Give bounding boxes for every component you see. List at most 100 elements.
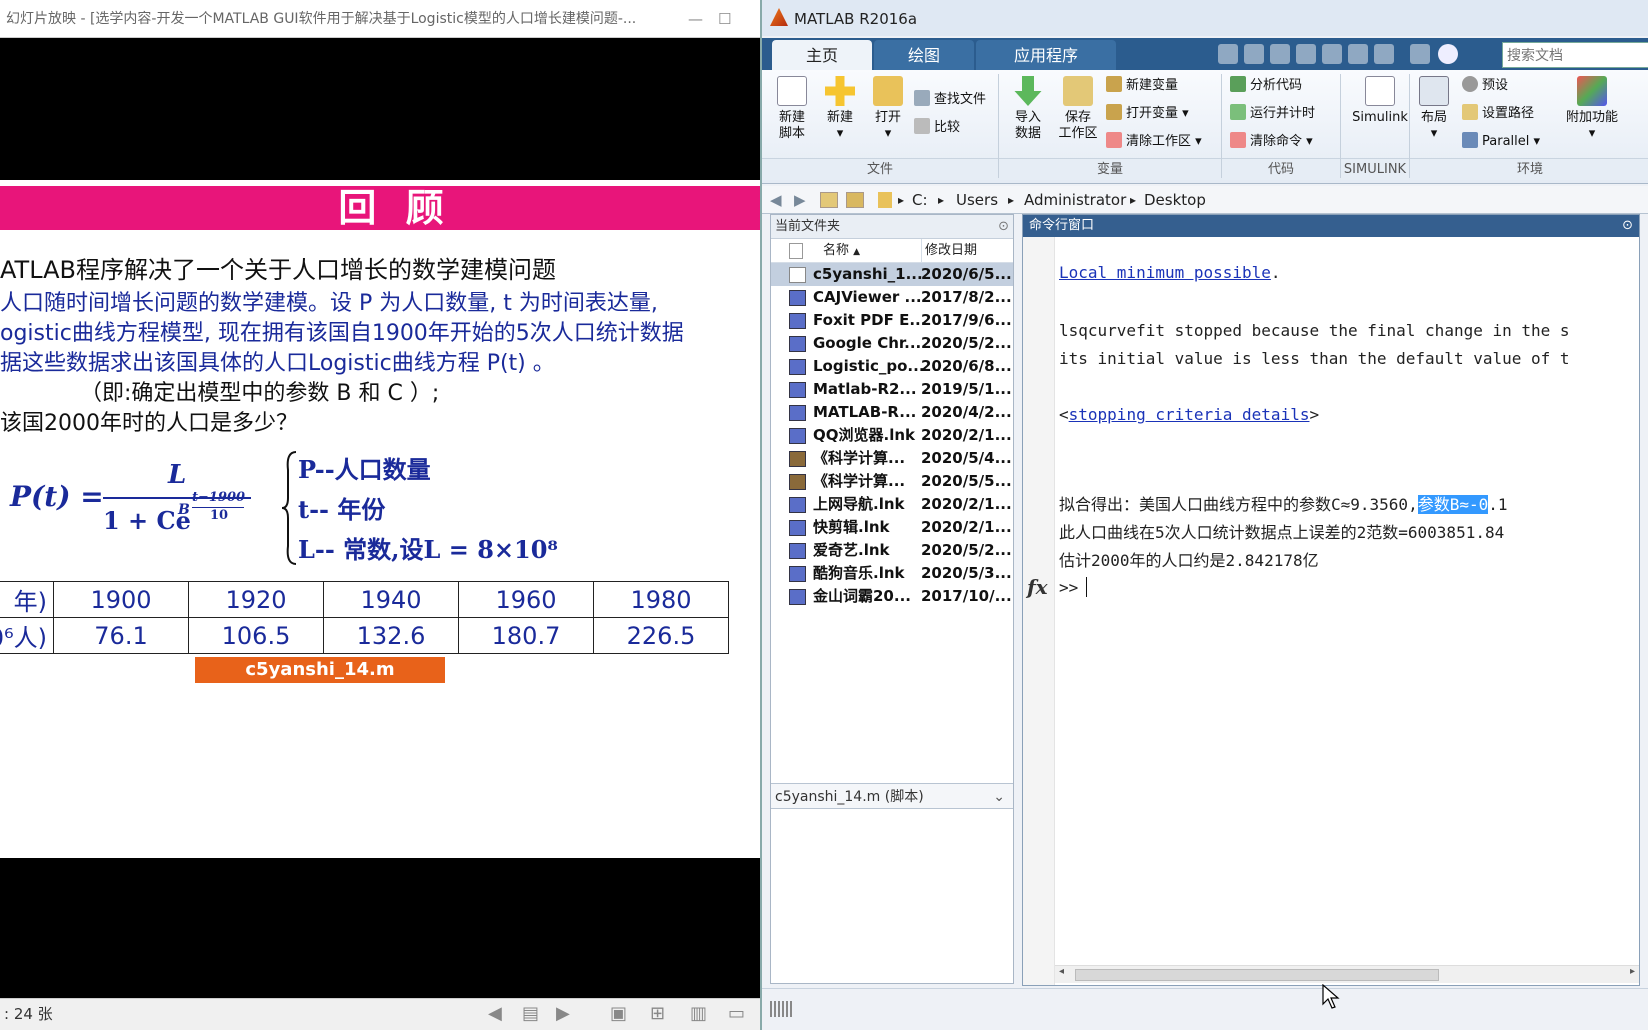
- list-item[interactable]: 上网导航.lnk 2020/2/1...: [771, 493, 1013, 516]
- back-icon[interactable]: ◀: [770, 186, 782, 214]
- list-item[interactable]: 快剪辑.lnk 2020/2/1...: [771, 516, 1013, 539]
- list-item[interactable]: CAJViewer ... 2017/8/2...: [771, 286, 1013, 309]
- path-segment[interactable]: Users: [956, 186, 998, 214]
- tab-home[interactable]: 主页: [772, 40, 872, 70]
- list-item[interactable]: 金山词霸20... 2017/10/...: [771, 585, 1013, 608]
- redo-icon[interactable]: [1374, 44, 1394, 64]
- open-button[interactable]: 打开 ▾: [866, 76, 910, 142]
- set-path-button[interactable]: 设置路径: [1462, 104, 1534, 123]
- new-script-button[interactable]: 新建 脚本: [770, 76, 814, 142]
- column-date[interactable]: 修改日期: [925, 239, 977, 263]
- command-window[interactable]: 命令行窗口 ⊙ Local minimum possible. lsqcurve…: [1022, 214, 1640, 986]
- left-brace: [281, 451, 297, 565]
- list-item[interactable]: 爱奇艺.lnk 2020/5/2...: [771, 539, 1013, 562]
- layout-icon: [1419, 76, 1449, 106]
- gear-icon: [1462, 76, 1478, 92]
- sorter-view-icon[interactable]: ⊞: [650, 999, 665, 1029]
- chevron-down-icon[interactable]: ⌄: [993, 784, 1005, 810]
- horizontal-scrollbar[interactable]: ◂ ▸: [1055, 965, 1639, 983]
- quick-access-icon[interactable]: [1218, 44, 1238, 64]
- parallel-button[interactable]: Parallel ▾: [1462, 132, 1540, 151]
- switch-windows-icon[interactable]: [1410, 44, 1430, 64]
- list-item[interactable]: Matlab-R2... 2019/5/1...: [771, 378, 1013, 401]
- simulink-button[interactable]: Simulink: [1344, 76, 1416, 126]
- next-slide-icon[interactable]: ▶: [556, 999, 570, 1029]
- list-item[interactable]: Logistic_po... 2020/6/8...: [771, 355, 1013, 378]
- folder-icon: [878, 192, 892, 208]
- path-segment[interactable]: Desktop: [1144, 186, 1206, 214]
- current-folder-panel: 当前文件夹 ⊙ 名称 ▲ 修改日期 c5yanshi_1... 2020/6/5.…: [770, 214, 1014, 984]
- path-segment[interactable]: C:: [912, 186, 928, 214]
- minimize-button[interactable]: —: [688, 0, 703, 37]
- file-name: 《科学计算...: [813, 449, 906, 467]
- analyze-code-button[interactable]: 分析代码: [1230, 76, 1302, 95]
- run-and-time-button[interactable]: 运行并计时: [1230, 104, 1315, 123]
- new-variable-label: 新建变量: [1126, 78, 1179, 93]
- tab-apps[interactable]: 应用程序: [976, 40, 1116, 70]
- compare-button[interactable]: 比较: [914, 118, 960, 137]
- save-workspace-button[interactable]: 保存 工作区: [1054, 76, 1102, 142]
- stopping-criteria-link[interactable]: stopping criteria details: [1069, 405, 1310, 424]
- list-item[interactable]: Foxit PDF E... 2017/9/6...: [771, 309, 1013, 332]
- scrollbar-thumb[interactable]: [1075, 969, 1439, 981]
- new-button[interactable]: 新建 ▾: [818, 76, 862, 142]
- file-details-bar[interactable]: c5yanshi_14.m (脚本) ⌄: [771, 783, 1013, 809]
- search-documentation-input[interactable]: [1502, 42, 1648, 68]
- file-date: 2017/10/...: [921, 587, 1012, 605]
- open-variable-button[interactable]: 打开变量 ▾: [1106, 104, 1189, 123]
- scroll-left-icon[interactable]: ◂: [1059, 966, 1064, 977]
- shortcut-icon: [789, 566, 806, 582]
- path-separator: ▸: [1130, 193, 1137, 207]
- list-item[interactable]: 《科学计算... 2020/5/4...: [771, 447, 1013, 470]
- slideshow-view-icon[interactable]: ▭: [728, 999, 745, 1029]
- column-name[interactable]: 名称 ▲: [823, 239, 860, 264]
- file-name: 上网导航.lnk: [813, 495, 905, 513]
- preferences-button[interactable]: 预设: [1462, 76, 1508, 95]
- plus-icon: [825, 76, 855, 106]
- paste-icon[interactable]: [1322, 44, 1342, 64]
- layout-button[interactable]: 布局 ▾: [1412, 76, 1456, 142]
- find-files-button[interactable]: 查找文件: [914, 90, 986, 109]
- function-browser-icon[interactable]: fx: [1027, 575, 1048, 599]
- copy-icon[interactable]: [1296, 44, 1316, 64]
- command-prompt[interactable]: >>: [1059, 577, 1088, 597]
- list-item[interactable]: QQ浏览器.lnk 2020/2/1...: [771, 424, 1013, 447]
- prev-slide-icon[interactable]: ◀: [488, 999, 502, 1029]
- cut-icon[interactable]: [1270, 44, 1290, 64]
- run-and-time-icon: [1230, 104, 1246, 120]
- clear-workspace-button[interactable]: 清除工作区 ▾: [1106, 132, 1202, 151]
- local-minimum-link[interactable]: Local minimum possible: [1059, 263, 1271, 282]
- list-item[interactable]: 《科学计算... 2020/5/5...: [771, 470, 1013, 493]
- slide-count: : 24 张: [4, 1005, 53, 1023]
- save-icon[interactable]: [1244, 44, 1264, 64]
- tab-plots[interactable]: 绘图: [874, 40, 974, 70]
- prompt-symbol: >>: [1059, 578, 1079, 597]
- forward-icon[interactable]: ▶: [794, 186, 806, 214]
- list-item[interactable]: MATLAB-R... 2020/4/2...: [771, 401, 1013, 424]
- reading-view-icon[interactable]: ▥: [690, 999, 707, 1029]
- add-ons-button[interactable]: 附加功能 ▾: [1562, 76, 1622, 142]
- help-icon[interactable]: [1438, 44, 1458, 64]
- panel-menu-icon[interactable]: ⊙: [998, 215, 1009, 239]
- clear-commands-button[interactable]: 清除命令 ▾: [1230, 132, 1313, 151]
- menu-icon[interactable]: ▤: [522, 999, 539, 1029]
- open-variable-icon: [1106, 104, 1122, 120]
- panel-menu-icon[interactable]: ⊙: [1622, 215, 1633, 237]
- list-item[interactable]: c5yanshi_1... 2020/6/5...: [771, 263, 1013, 286]
- output-line: 拟合得出：美国人口曲线方程中的参数C≈9.3560,参数B≈-0.1: [1059, 491, 1508, 515]
- normal-view-icon[interactable]: ▣: [610, 999, 627, 1029]
- list-item[interactable]: Google Chr... 2020/5/2...: [771, 332, 1013, 355]
- output-text: <: [1059, 405, 1069, 424]
- undo-icon[interactable]: [1348, 44, 1368, 64]
- up-folder-icon[interactable]: [820, 192, 838, 208]
- new-variable-button[interactable]: 新建变量: [1106, 76, 1178, 95]
- path-segment[interactable]: Administrator: [1024, 186, 1126, 214]
- analyze-code-icon: [1230, 76, 1246, 92]
- scroll-right-icon[interactable]: ▸: [1630, 966, 1635, 977]
- maximize-button[interactable]: ☐: [718, 0, 731, 37]
- import-data-button[interactable]: 导入 数据: [1006, 76, 1050, 142]
- list-item[interactable]: 酷狗音乐.lnk 2020/5/3...: [771, 562, 1013, 585]
- formula-def-p: P--人口数量: [298, 455, 431, 484]
- browse-folder-icon[interactable]: [846, 192, 864, 208]
- slideshow-title: 幻灯片放映 - [选学内容-开发一个MATLAB GUI软件用于解决基于Logi…: [6, 11, 637, 27]
